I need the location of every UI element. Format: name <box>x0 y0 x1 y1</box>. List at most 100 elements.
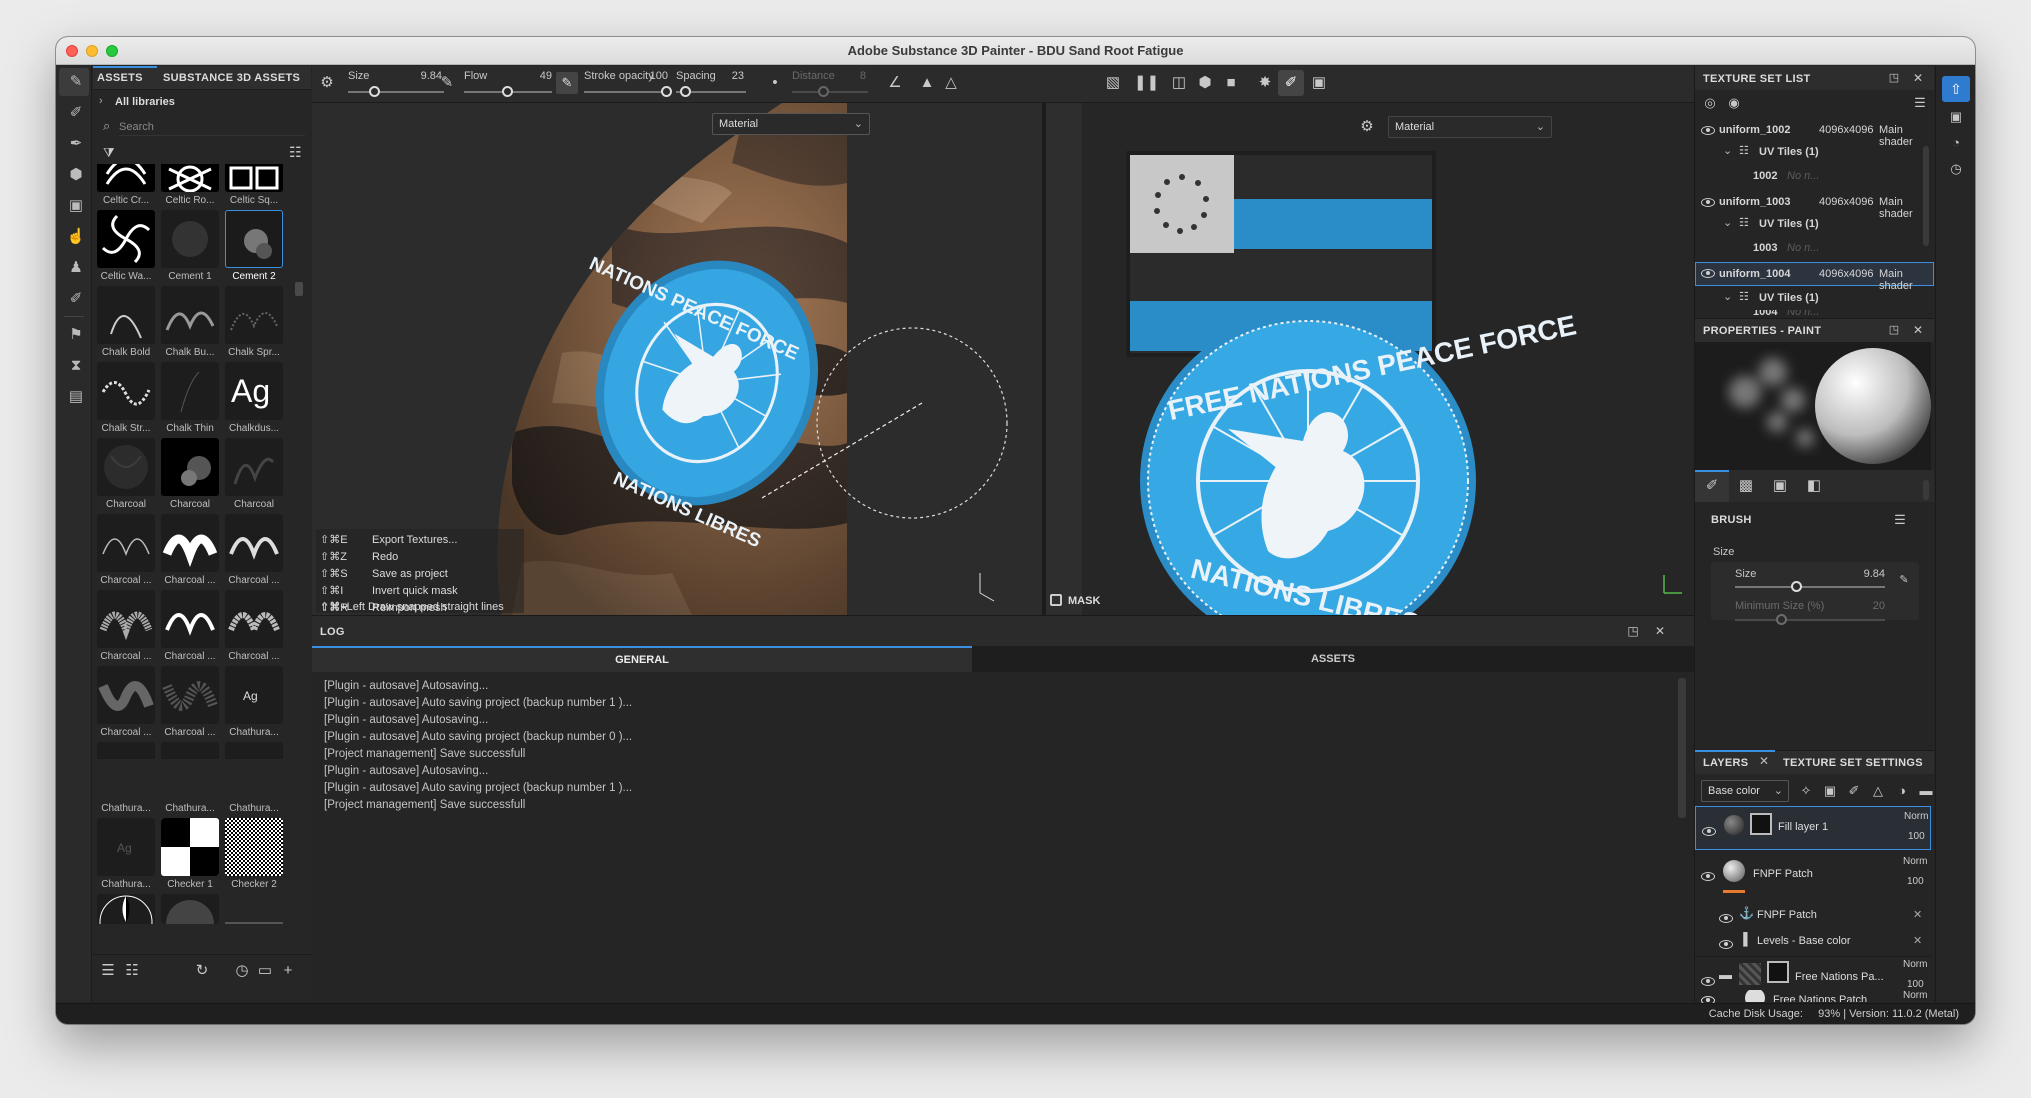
add-mask-icon[interactable]: ▣ <box>1819 780 1841 802</box>
library-settings-icon[interactable]: ☷ <box>121 960 143 982</box>
grid-view-icon[interactable]: ☷ <box>289 144 302 161</box>
viewport-3d[interactable]: NATIONS PEACE FORCE NATIONS LIBRES Mater… <box>312 103 1042 615</box>
remove-effect-icon[interactable]: ✕ <box>1913 934 1922 947</box>
asset-thumb[interactable] <box>161 666 219 724</box>
asset-thumb[interactable] <box>97 894 155 924</box>
close-icon[interactable]: ✕ <box>1907 319 1929 341</box>
asset-thumb[interactable] <box>161 514 219 572</box>
brush-size-slider[interactable] <box>1791 581 1802 592</box>
uv-tile-row[interactable]: 1003 No n... <box>1695 240 1934 258</box>
asset-thumb[interactable] <box>225 286 283 344</box>
chevron-down-icon[interactable]: ⌄ <box>1723 290 1732 303</box>
uv-tiles-row[interactable]: ⌄ ☷ UV Tiles (1) <box>1695 216 1934 234</box>
asset-thumb[interactable] <box>161 894 219 924</box>
eye-icon[interactable] <box>1701 126 1715 135</box>
asset-thumb[interactable]: Ag <box>161 742 219 759</box>
add-paint-layer-icon[interactable]: ✐ <box>1843 780 1865 802</box>
asset-thumb[interactable] <box>97 164 155 192</box>
properties-scrollbar[interactable] <box>1923 480 1929 500</box>
layer-mask-thumbnail[interactable] <box>1767 961 1789 983</box>
tab-assets[interactable]: ASSETS <box>97 72 143 84</box>
tab-substance-3d-assets[interactable]: SUBSTANCE 3D ASSETS <box>163 72 300 84</box>
add-effect-icon[interactable]: ✧ <box>1795 780 1817 802</box>
eye-icon[interactable] <box>1701 977 1715 986</box>
asset-thumb[interactable] <box>225 164 283 192</box>
close-icon[interactable]: ✕ <box>1907 67 1929 89</box>
eye-settings-icon[interactable]: ◉ <box>1723 92 1745 114</box>
asset-thumb[interactable] <box>225 590 283 648</box>
log-scrollbar[interactable] <box>1678 678 1686 818</box>
material-picker-icon[interactable]: ⚑ <box>65 324 87 346</box>
pause-icon[interactable]: ❚❚ <box>1134 72 1159 94</box>
asset-thumb[interactable] <box>97 514 155 572</box>
layer-row[interactable]: FNPF Patch Norm 100 <box>1695 854 1931 898</box>
layer-opacity[interactable]: 100 <box>1907 979 1924 990</box>
asset-thumb[interactable] <box>161 362 219 420</box>
camera-icon[interactable]: ■ <box>1220 72 1242 94</box>
asset-thumb[interactable]: Ag <box>225 362 283 420</box>
layer-effect-row[interactable]: ▐ Levels - Base color ✕ <box>1715 930 1931 952</box>
size-slider[interactable] <box>369 86 380 97</box>
asset-thumb[interactable] <box>225 818 283 876</box>
new-folder-icon[interactable]: ▭ <box>254 960 276 982</box>
view-cube-icon[interactable]: ⬢ <box>1194 72 1216 94</box>
asset-thumb[interactable] <box>97 590 155 648</box>
shader-icon[interactable]: ◔ <box>1945 132 1967 154</box>
eye-icon[interactable] <box>1701 996 1715 1002</box>
asset-thumb[interactable] <box>161 818 219 876</box>
asset-thumb[interactable] <box>97 286 155 344</box>
texture-set-row[interactable]: uniform_1002 4096x4096 Main shader <box>1695 122 1934 148</box>
minimize-window-button[interactable] <box>86 45 98 57</box>
asset-thumb[interactable]: Ag <box>225 742 283 759</box>
layer-blend-mode[interactable]: Norm <box>1903 990 1927 1001</box>
bake-tool-icon[interactable]: ▤ <box>65 386 87 408</box>
alignment-icon[interactable]: ∠ <box>884 72 906 94</box>
brush-settings-icon[interactable]: ⚙ <box>316 72 338 94</box>
asset-thumb[interactable] <box>97 666 155 724</box>
eye-icon[interactable] <box>1719 940 1733 949</box>
undock-icon[interactable]: ◳ <box>1622 620 1644 642</box>
layer-row-selected[interactable]: Fill layer 1 Norm 100 <box>1695 806 1931 850</box>
asset-thumb[interactable] <box>161 164 219 192</box>
close-icon[interactable]: ✕ <box>1759 754 1769 768</box>
asset-thumb-selected[interactable] <box>225 210 283 268</box>
paint-brush-tool-icon[interactable]: ✎ <box>65 71 87 93</box>
mask-icon[interactable] <box>1050 594 1062 606</box>
undock-icon[interactable]: ◳ <box>1883 319 1905 341</box>
visibility-settings-icon[interactable]: ◎ <box>1699 92 1721 114</box>
history-icon[interactable]: ◷ <box>231 960 253 982</box>
alpha-tab-icon[interactable]: ▩ <box>1735 475 1757 497</box>
brush-preset-menu-icon[interactable]: ☰ <box>1889 509 1911 531</box>
search-input[interactable]: Search <box>119 118 305 136</box>
asset-thumb[interactable] <box>97 210 155 268</box>
spacing-slider[interactable] <box>680 86 691 97</box>
eraser-tool-icon[interactable]: ✐ <box>65 102 87 124</box>
chevron-down-icon[interactable]: ⌄ <box>1723 144 1732 157</box>
texture-set-row-selected[interactable]: uniform_1004 4096x4096 Main shader <box>1695 262 1934 292</box>
refresh-icon[interactable]: ↻ <box>191 960 213 982</box>
tab-log-assets[interactable]: ASSETS <box>972 646 1694 672</box>
polygon-fill-tool-icon[interactable]: ▣ <box>65 195 87 217</box>
add-smart-material-icon[interactable]: ◑ <box>1891 780 1913 802</box>
asset-thumb[interactable]: Ag <box>225 666 283 724</box>
eye-icon[interactable] <box>1719 914 1733 923</box>
stroke-opacity-slider[interactable] <box>661 86 672 97</box>
tab-general[interactable]: GENERAL <box>312 646 972 672</box>
chevron-right-icon[interactable]: › <box>99 95 103 107</box>
pen-pressure-icon[interactable]: ✎ <box>1893 569 1915 591</box>
min-size-slider[interactable] <box>1776 614 1787 625</box>
menu-icon[interactable]: ☰ <box>1909 92 1931 114</box>
asset-thumb[interactable] <box>97 438 155 496</box>
layer-blend-mode[interactable]: Norm <box>1904 811 1928 822</box>
viewport-2d-channel-select[interactable]: Material ⌄ <box>1388 116 1552 138</box>
layer-mask-thumbnail[interactable] <box>1750 813 1772 835</box>
asset-thumb[interactable]: Ag <box>97 818 155 876</box>
symmetry-off-icon[interactable]: △ <box>940 72 962 94</box>
share-icon[interactable]: ⇧ <box>1942 76 1970 102</box>
asset-thumb[interactable] <box>225 438 283 496</box>
layer-opacity[interactable]: 100 <box>1908 831 1925 842</box>
uv-tile-row[interactable]: 1002 No n... <box>1695 168 1934 186</box>
asset-thumb[interactable] <box>161 286 219 344</box>
lazy-mouse-icon[interactable]: • <box>764 72 786 94</box>
filter-icon[interactable]: ⧩ <box>103 145 115 161</box>
